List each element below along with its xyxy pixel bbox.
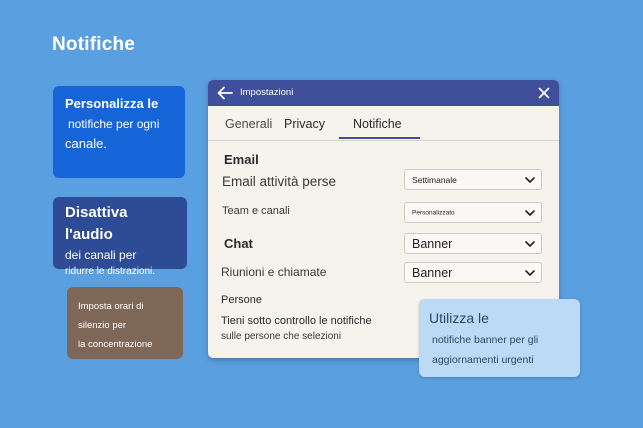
card-line: la concentrazione (78, 339, 153, 350)
card-line: silenzio per (78, 320, 127, 331)
chat-notifications-select[interactable]: Banner (404, 233, 542, 254)
missed-activity-email-select[interactable]: Settimanale (404, 169, 542, 190)
mute-channels-card: Disattiva l'audio dei canali per ridurre… (53, 197, 187, 277)
meetings-calls-select[interactable]: Banner (404, 262, 542, 283)
chevron-down-icon (525, 209, 535, 216)
card-line: aggiornamenti urgenti (432, 354, 534, 366)
chevron-down-icon (525, 240, 535, 247)
teams-channels-label: Team e canali (222, 205, 290, 217)
card-line: notifiche banner per gli (432, 334, 539, 346)
teams-channels-select[interactable]: Personalizzato (404, 202, 542, 223)
card-line: notifiche per ogni (68, 117, 160, 131)
close-icon[interactable] (538, 87, 550, 99)
card-line: canale. (65, 136, 107, 151)
chevron-down-icon (525, 176, 535, 183)
select-value: Personalizzato (412, 209, 455, 216)
customize-channels-card: Personalizza le notifiche per ogni canal… (53, 86, 185, 178)
banner-notifications-tip-card: Utilizza le notifiche banner per gli agg… (419, 299, 580, 377)
active-tab-indicator (339, 137, 420, 139)
chevron-down-icon (525, 269, 535, 276)
meetings-calls-label: Riunioni e chiamate (221, 265, 327, 279)
page-title: Notifiche (52, 34, 136, 55)
tab-general[interactable]: Generali (225, 117, 272, 131)
dialog-title: Impostazioni (240, 87, 294, 98)
quiet-hours-card: Imposta orari di silenzio per la concent… (67, 287, 183, 359)
card-line: Utilizza le (429, 310, 489, 326)
card-line: dei canali per (65, 248, 137, 262)
card-line: Imposta orari di (78, 301, 144, 312)
select-value: Settimanale (412, 174, 457, 185)
card-line: Personalizza le (65, 96, 159, 111)
email-section-heading: Email (224, 152, 259, 167)
card-line: Disattiva l'audio (65, 204, 128, 243)
tab-notifications[interactable]: Notifiche (353, 117, 402, 131)
tab-privacy[interactable]: Privacy (284, 117, 325, 131)
arrow-left-icon[interactable] (217, 86, 233, 100)
dialog-titlebar: Impostazioni (208, 80, 559, 106)
select-value: Banner (412, 265, 453, 280)
settings-tabs: Generali Privacy Notifiche (208, 106, 559, 141)
people-description: sulle persone che selezioni (221, 331, 342, 342)
people-section-heading: Persone (221, 294, 262, 306)
people-description: Tieni sotto controllo le notifiche (221, 315, 372, 327)
card-line: ridurre le distrazioni. (65, 266, 156, 277)
missed-activity-email-label: Email attività perse (222, 174, 337, 189)
select-value: Banner (412, 236, 453, 251)
chat-section-heading: Chat (224, 236, 253, 251)
